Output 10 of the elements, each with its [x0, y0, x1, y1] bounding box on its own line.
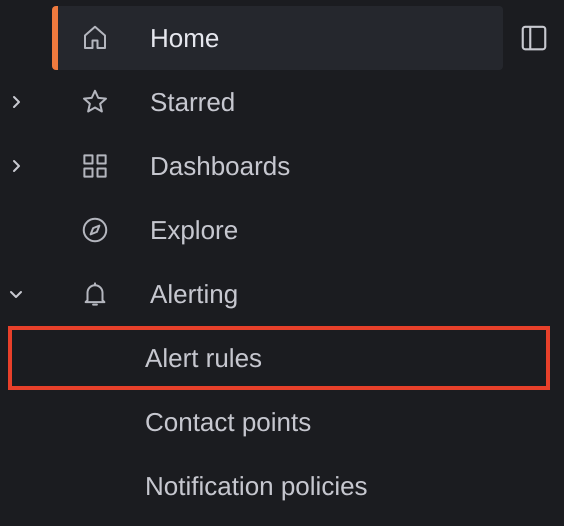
- nav-link[interactable]: Alert rules: [145, 342, 262, 374]
- nav-link[interactable]: Notification policies: [145, 470, 368, 502]
- nav-item[interactable]: Dashboards: [52, 134, 503, 198]
- nav-link[interactable]: Contact points: [145, 406, 312, 438]
- nav-item[interactable]: Alerting: [52, 262, 503, 326]
- nav-item[interactable]: Starred: [52, 70, 503, 134]
- compass-icon: [80, 215, 110, 245]
- nav-item[interactable]: Explore: [52, 198, 503, 262]
- nav-item[interactable]: Home: [52, 6, 503, 70]
- dock-menu-icon[interactable]: [518, 23, 548, 53]
